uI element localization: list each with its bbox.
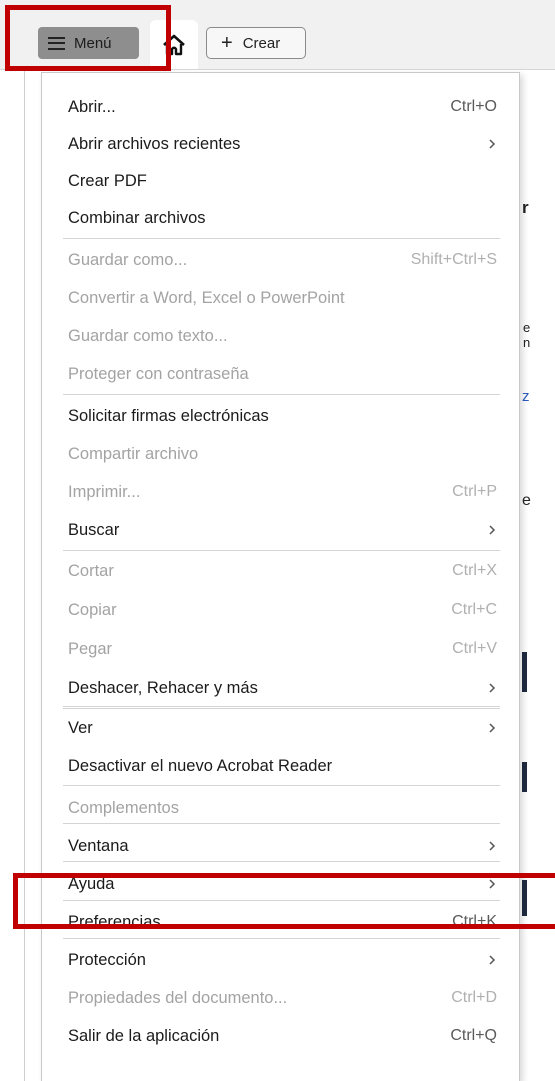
menu-item-proteccion[interactable]: Protección — [42, 941, 519, 979]
toolbar-divider — [0, 69, 555, 70]
menu-item-label: Desactivar el nuevo Acrobat Reader — [68, 756, 333, 775]
background-text-fragment: r — [522, 198, 529, 217]
background-text-fragment: e — [522, 492, 531, 509]
menu-item-shortcut: Ctrl+C — [451, 601, 497, 618]
menu-item-buscar[interactable]: Buscar — [42, 511, 519, 549]
menu-item-label: Abrir... — [68, 97, 116, 116]
background-text-fragment: n — [523, 335, 531, 350]
menu-separator — [63, 706, 500, 707]
create-button[interactable]: + Crear — [206, 27, 306, 59]
menu-item-solicitar-firmas[interactable]: Solicitar firmas electrónicas — [42, 397, 519, 435]
chevron-right-icon — [487, 879, 497, 889]
chevron-right-icon — [487, 139, 497, 149]
menu-separator — [63, 900, 500, 901]
menu-separator — [63, 785, 500, 786]
menu-button[interactable]: Menú — [38, 27, 139, 59]
menu-item-label: Compartir archivo — [68, 444, 199, 463]
background-image-fragment — [522, 652, 527, 692]
menu-item-label: Copiar — [68, 600, 117, 619]
menu-item-shortcut: Ctrl+X — [452, 562, 497, 579]
menu-item-label: Protección — [68, 950, 146, 969]
menu-item-combinar-archivos[interactable]: Combinar archivos — [42, 199, 519, 237]
chevron-right-icon — [487, 723, 497, 733]
home-tab[interactable] — [150, 20, 198, 70]
background-image-fragment — [522, 880, 527, 916]
menu-item-label: Imprimir... — [68, 482, 141, 501]
menu-item-label: Buscar — [68, 520, 120, 539]
menu-item-guardar-como[interactable]: Guardar como... Shift+Ctrl+S — [42, 241, 519, 279]
menu-item-label: Preferencias... — [68, 912, 175, 931]
menu-item-label: Deshacer, Rehacer y más — [68, 678, 258, 697]
menu-item-shortcut: Ctrl+D — [451, 989, 497, 1006]
menu-item-crear-pdf[interactable]: Crear PDF — [42, 162, 519, 200]
chevron-right-icon — [487, 841, 497, 851]
menu-item-label: Guardar como texto... — [68, 326, 228, 345]
menu-item-label: Propiedades del documento... — [68, 988, 288, 1007]
menu-item-desactivar-nuevo-reader[interactable]: Desactivar el nuevo Acrobat Reader — [42, 747, 519, 785]
menu-item-imprimir[interactable]: Imprimir... Ctrl+P — [42, 473, 519, 511]
menu-separator — [63, 394, 500, 395]
menu-item-compartir-archivo[interactable]: Compartir archivo — [42, 435, 519, 473]
menu-item-label: Pegar — [68, 639, 113, 658]
hamburger-icon — [48, 36, 65, 50]
page-edge — [24, 70, 25, 1081]
menu-item-label: Abrir archivos recientes — [68, 134, 241, 153]
menu-item-pegar[interactable]: Pegar Ctrl+V — [42, 630, 519, 668]
chevron-right-icon — [487, 683, 497, 693]
menu-item-label: Ventana — [68, 836, 129, 855]
chevron-right-icon — [487, 525, 497, 535]
menu-item-complementos[interactable]: Complementos — [42, 789, 519, 827]
menu-item-propiedades-documento[interactable]: Propiedades del documento... Ctrl+D — [42, 979, 519, 1017]
menu-item-label: Crear PDF — [68, 171, 147, 190]
chevron-right-icon — [487, 955, 497, 965]
menu-item-abrir[interactable]: Abrir... Ctrl+O — [42, 88, 519, 126]
menu-item-shortcut: Ctrl+P — [452, 483, 497, 500]
background-image-fragment — [522, 762, 527, 792]
menu-item-guardar-texto[interactable]: Guardar como texto... — [42, 317, 519, 355]
menu-item-label: Ayuda — [68, 874, 115, 893]
background-link-fragment: z — [522, 388, 530, 405]
menu-item-ayuda[interactable]: Ayuda — [42, 865, 519, 903]
menu-item-label: Complementos — [68, 798, 179, 817]
menu-item-abrir-recientes[interactable]: Abrir archivos recientes — [42, 125, 519, 163]
menu-item-ver[interactable]: Ver — [42, 709, 519, 747]
menu-item-label: Cortar — [68, 561, 114, 580]
menu-item-shortcut: Ctrl+V — [452, 640, 497, 657]
menu-item-shortcut: Ctrl+O — [450, 98, 497, 115]
menu-item-proteger-contrasena[interactable]: Proteger con contraseña — [42, 355, 519, 393]
menu-item-label: Salir de la aplicación — [68, 1026, 220, 1045]
menu-item-shortcut: Shift+Ctrl+S — [410, 251, 497, 268]
menu-item-shortcut: Ctrl+K — [452, 913, 497, 930]
menu-separator — [63, 238, 500, 239]
menu-item-ventana[interactable]: Ventana — [42, 827, 519, 865]
menu-item-copiar[interactable]: Copiar Ctrl+C — [42, 591, 519, 629]
menu-item-cortar[interactable]: Cortar Ctrl+X — [42, 552, 519, 590]
menu-item-deshacer-rehacer[interactable]: Deshacer, Rehacer y más — [42, 669, 519, 707]
menu-item-label: Combinar archivos — [68, 208, 206, 227]
menu-item-label: Proteger con contraseña — [68, 364, 249, 383]
create-button-label: Crear — [242, 34, 281, 52]
menu-separator — [63, 550, 500, 551]
menu-separator — [63, 861, 500, 862]
menu-item-label: Guardar como... — [68, 250, 188, 269]
menu-item-label: Ver — [68, 718, 93, 737]
menu-item-label: Solicitar firmas electrónicas — [68, 406, 269, 425]
menu-item-convertir-office[interactable]: Convertir a Word, Excel o PowerPoint — [42, 279, 519, 317]
menu-item-shortcut: Ctrl+Q — [450, 1027, 497, 1044]
app-toolbar: Menú + Crear — [0, 0, 555, 70]
home-icon — [163, 34, 185, 56]
menu-item-label: Convertir a Word, Excel o PowerPoint — [68, 288, 345, 307]
plus-icon: + — [221, 32, 233, 54]
main-menu-dropdown: Abrir... Ctrl+O Abrir archivos recientes Cr… — [41, 72, 520, 1081]
menu-separator — [63, 823, 500, 824]
menu-item-salir[interactable]: Salir de la aplicación Ctrl+Q — [42, 1017, 519, 1055]
menu-item-preferencias[interactable]: Preferencias... Ctrl+K — [42, 903, 519, 941]
menu-separator — [63, 938, 500, 939]
background-text-fragment: e — [523, 320, 531, 335]
menu-button-label: Menú — [74, 34, 112, 52]
